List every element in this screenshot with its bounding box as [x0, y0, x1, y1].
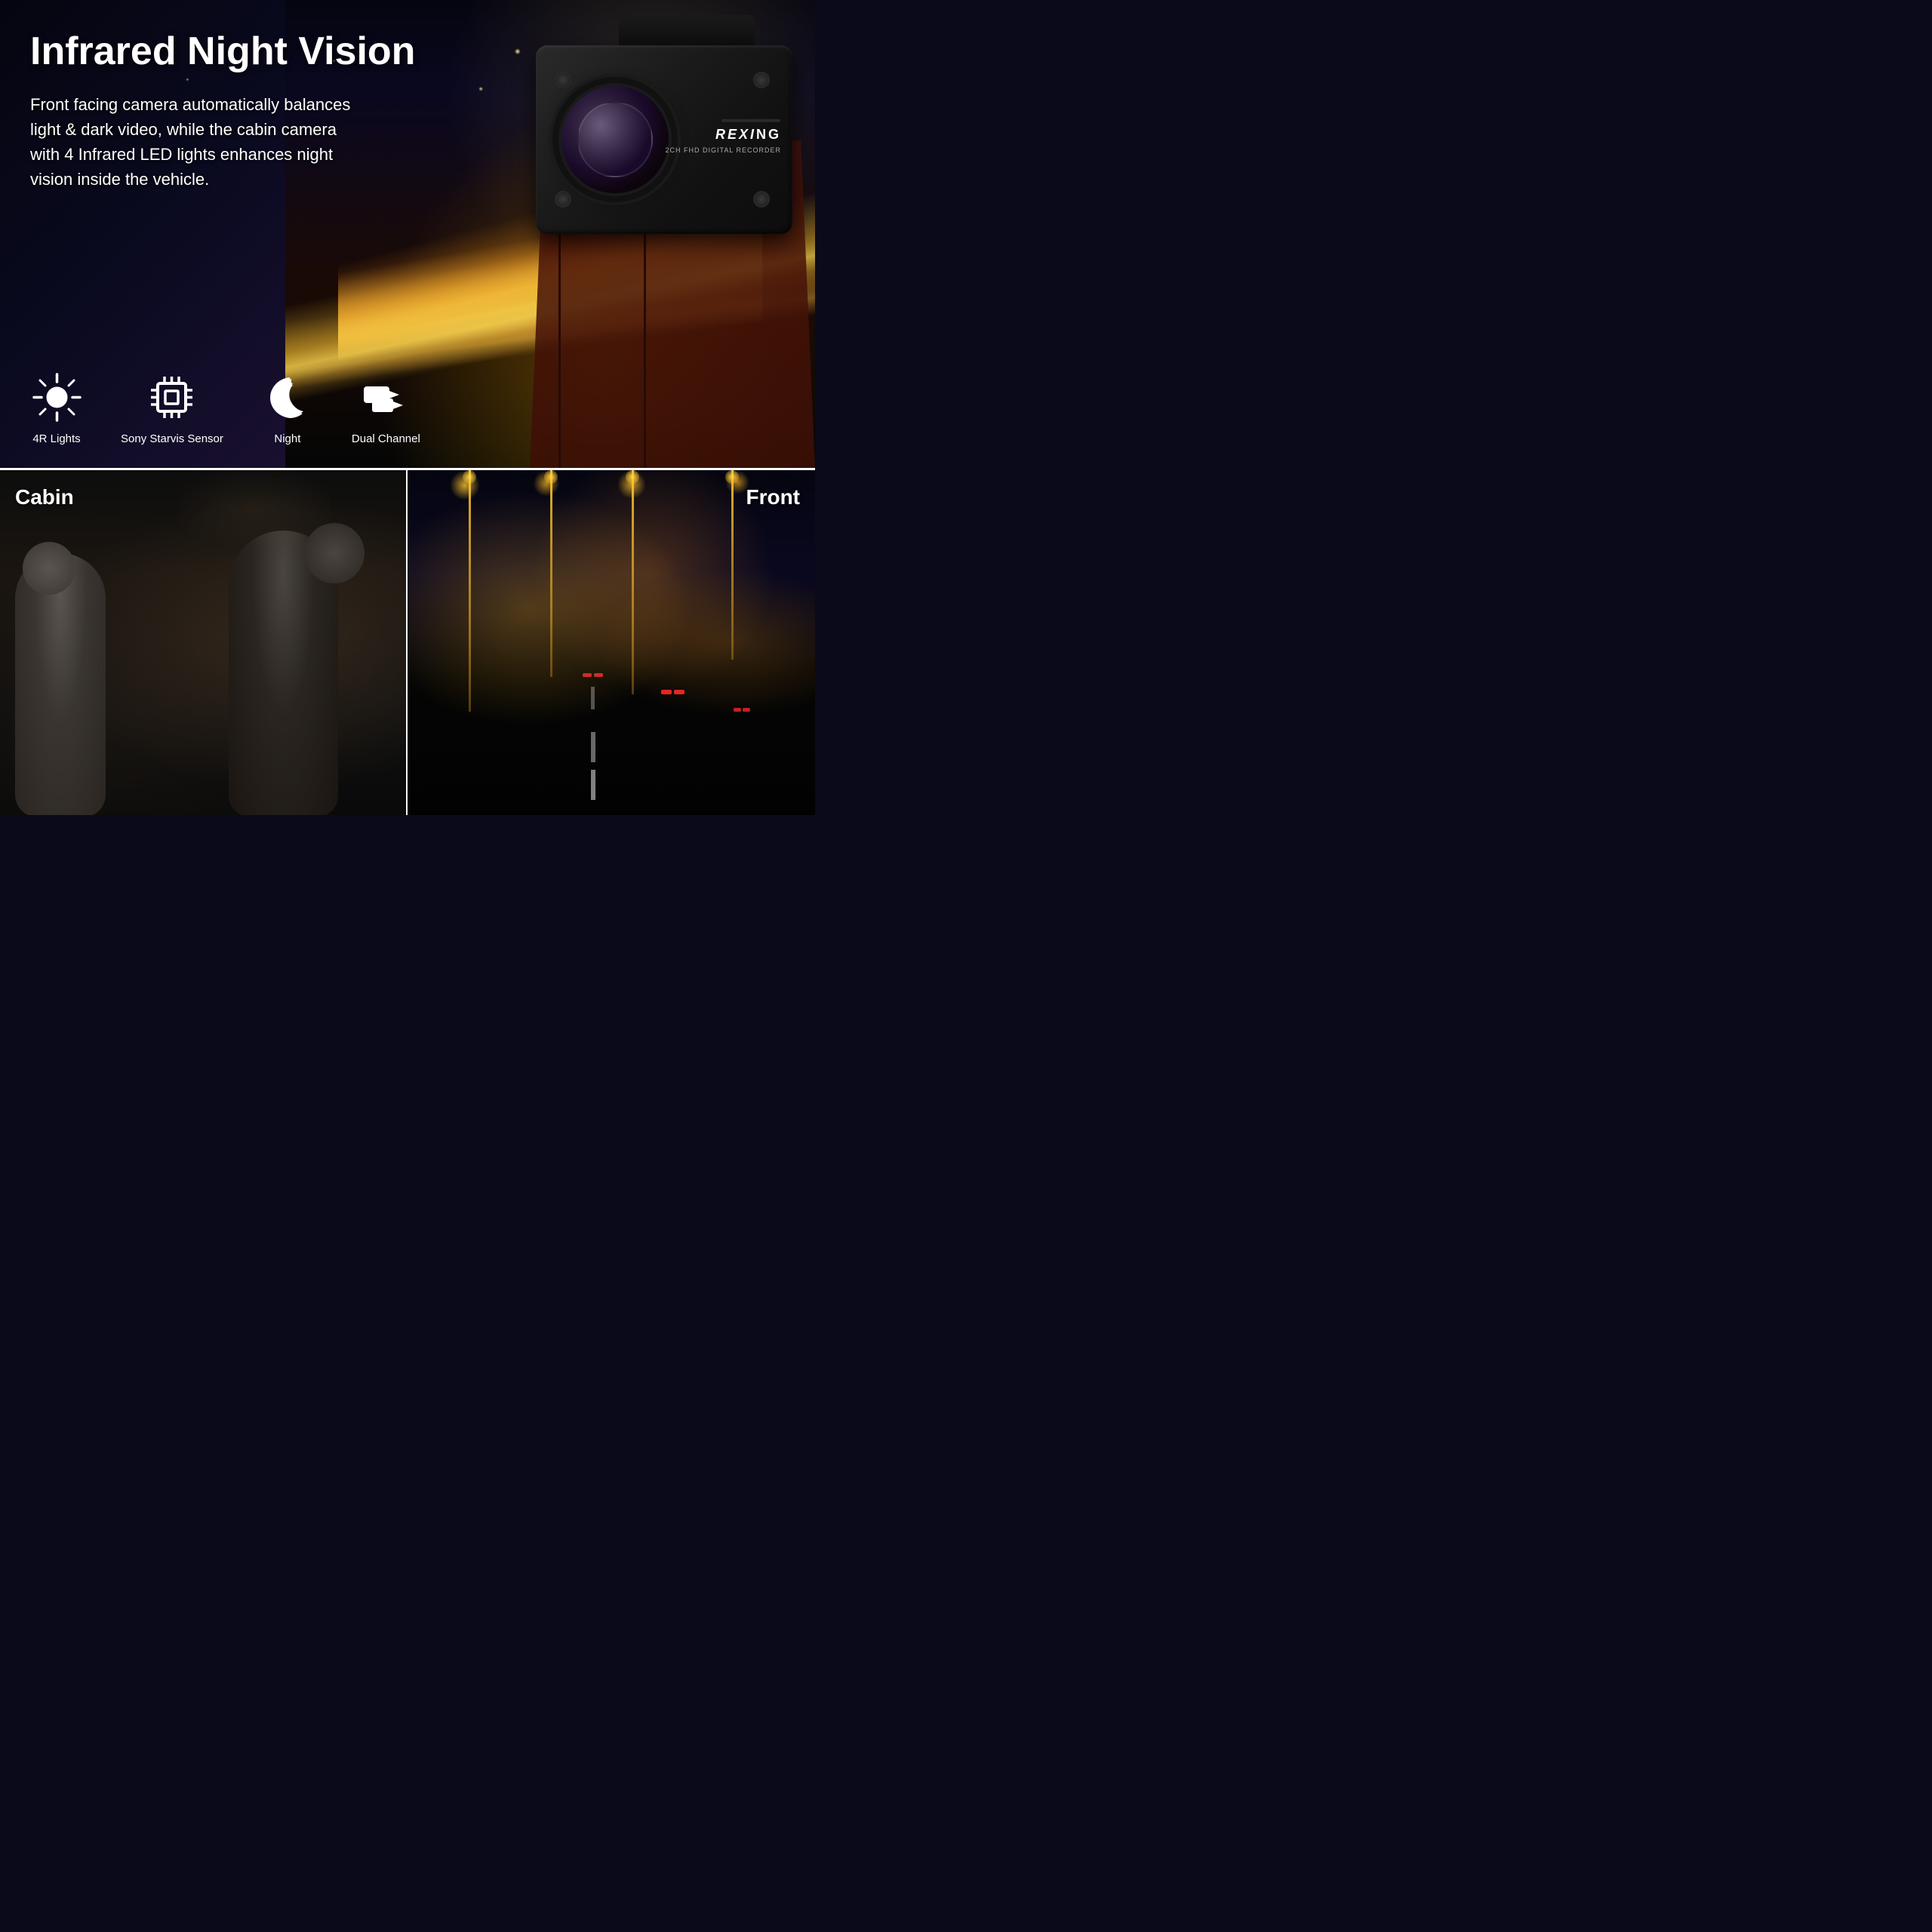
tail-light [734, 708, 741, 712]
cabin-photo [0, 470, 406, 815]
dual-channel-icon [359, 371, 412, 423]
camera-lens [558, 83, 672, 196]
tail-light [583, 673, 592, 677]
description-text: Front facing camera automatically balanc… [30, 92, 362, 192]
street-light-4 [731, 470, 734, 660]
street-light-3 [632, 470, 634, 694]
tail-light [661, 690, 672, 694]
sun-icon [30, 371, 83, 423]
top-content: Infrared Night Vision Front facing camer… [0, 0, 448, 222]
street-light-2 [550, 470, 552, 677]
car-tail-lights-3 [734, 708, 750, 712]
tail-light [674, 690, 685, 694]
top-section: Infrared Night Vision Front facing camer… [0, 0, 815, 468]
camera-housing: REXING 2CH FHD DIGITAL RECORDER [536, 45, 792, 234]
ir-led-bottom-right [753, 191, 770, 208]
features-row: 4R Lights [30, 371, 420, 445]
camera-body: REXING 2CH FHD DIGITAL RECORDER [506, 15, 792, 257]
feature-night: Night [261, 371, 314, 445]
feature-label-dual-channel: Dual Channel [352, 432, 420, 445]
light-glow-1 [450, 470, 480, 500]
front-panel: Front [408, 470, 815, 815]
feature-label-night: Night [274, 432, 300, 445]
feature-sony-starvis: Sony Starvis Sensor [121, 371, 223, 445]
brand-slot [721, 118, 781, 123]
moon-icon [261, 371, 314, 423]
tail-light [743, 708, 750, 712]
car-tail-lights-2 [583, 673, 603, 677]
ir-led-top-left [555, 72, 571, 88]
brand-name: REXING [715, 127, 781, 143]
light-glow-3 [617, 470, 646, 499]
car-tail-lights-1 [661, 690, 685, 694]
feature-label-4r-lights: 4R Lights [32, 432, 80, 445]
tail-light [594, 673, 603, 677]
feature-label-sony-starvis: Sony Starvis Sensor [121, 432, 223, 445]
ir-led-bottom-left [555, 191, 571, 208]
head-left [23, 542, 75, 595]
chip-icon [146, 371, 198, 423]
front-photo [408, 470, 815, 815]
feature-dual-channel: Dual Channel [352, 371, 420, 445]
brand-model: 2CH FHD DIGITAL RECORDER [665, 146, 781, 154]
person-silhouette-left [15, 553, 106, 815]
road-marking-1 [591, 770, 595, 800]
lens-inner [577, 102, 653, 177]
road-marking-3 [591, 687, 595, 709]
page-title: Infrared Night Vision [30, 30, 418, 73]
light-glow-2 [533, 470, 559, 497]
feature-4r-lights: 4R Lights [30, 371, 83, 445]
camera-image: REXING 2CH FHD DIGITAL RECORDER [506, 15, 792, 257]
street-light-1 [469, 470, 471, 712]
front-label: Front [746, 485, 800, 509]
cabin-label: Cabin [15, 485, 74, 509]
cabin-panel: Cabin [0, 470, 408, 815]
road-marking-2 [591, 732, 595, 762]
cabin-light [180, 470, 331, 546]
brand-area: REXING 2CH FHD DIGITAL RECORDER [665, 118, 781, 154]
bottom-section: Cabin [0, 468, 815, 815]
ir-led-top-right [753, 72, 770, 88]
